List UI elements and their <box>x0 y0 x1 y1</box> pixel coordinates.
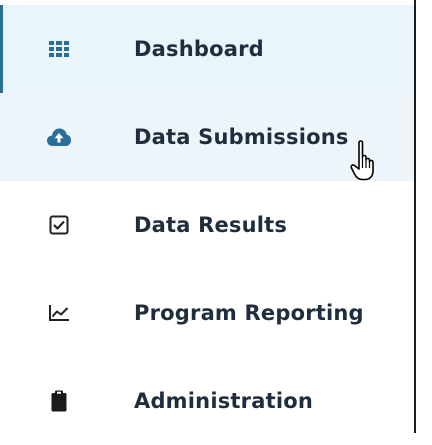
line-chart-icon <box>46 300 72 326</box>
grid-icon <box>46 36 72 62</box>
hand-pointer-icon <box>350 140 374 181</box>
sidebar-item-data-results[interactable]: Data Results <box>0 181 414 269</box>
sidebar-item-administration[interactable]: Administration <box>0 357 414 445</box>
nav-list: Dashboard Data Submissions Data Results <box>0 5 414 445</box>
sidebar-item-label: Program Reporting <box>134 301 364 325</box>
cloud-upload-icon <box>46 124 72 150</box>
sidebar-item-label: Dashboard <box>134 37 264 61</box>
sidebar-item-program-reporting[interactable]: Program Reporting <box>0 269 414 357</box>
sidebar-item-dashboard[interactable]: Dashboard <box>0 5 414 93</box>
sidebar-nav: Dashboard Data Submissions Data Results <box>0 0 416 433</box>
sidebar-item-label: Administration <box>134 389 313 413</box>
sidebar-item-label: Data Results <box>134 213 288 237</box>
clipboard-icon <box>46 388 72 414</box>
sidebar-item-label: Data Submissions <box>134 125 349 149</box>
checkbox-icon <box>46 212 72 238</box>
